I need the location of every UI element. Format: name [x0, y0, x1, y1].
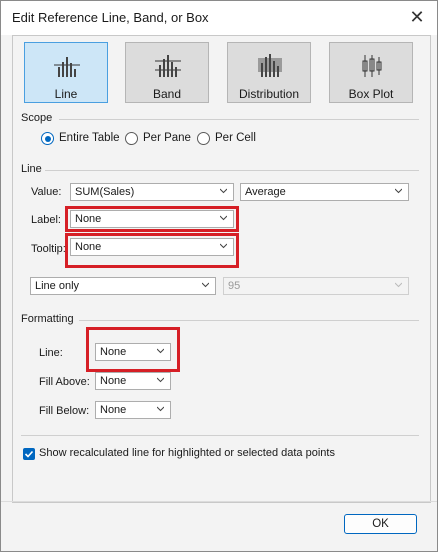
recalc-label: Show recalculated line for highlighted o… — [39, 447, 335, 459]
aggregation-dropdown[interactable]: Average — [240, 183, 409, 201]
dialog-body — [12, 35, 431, 503]
tooltip-highlight-box — [65, 233, 239, 268]
fill-above-dropdown[interactable]: None — [95, 372, 171, 390]
formatting-divider — [79, 320, 419, 321]
chevron-down-icon — [395, 188, 402, 194]
line-type-button[interactable]: Line — [24, 42, 108, 103]
box-plot-type-label: Box Plot — [348, 87, 394, 101]
tooltip-label: Tooltip: — [31, 243, 66, 255]
aggregation-text: Average — [245, 186, 286, 198]
distribution-type-label: Distribution — [238, 87, 300, 101]
value-field-dropdown[interactable]: SUM(Sales) — [70, 183, 234, 201]
line-mode-dropdown[interactable]: Line only — [30, 277, 216, 295]
box-plot-icon — [362, 55, 382, 77]
footer-divider — [1, 501, 437, 502]
value-label: Value: — [31, 186, 62, 198]
line-type-label: Line — [54, 87, 78, 101]
label-label: Label: — [31, 214, 61, 226]
fill-above-text: None — [100, 375, 127, 387]
title-bar: Edit Reference Line, Band, or Box ✕ — [1, 1, 437, 35]
format-line-label: Line: — [39, 347, 63, 359]
fill-below-dropdown[interactable]: None — [95, 401, 171, 419]
chevron-down-icon — [157, 406, 164, 412]
value-field-text: SUM(Sales) — [75, 186, 135, 198]
close-icon[interactable]: ✕ — [407, 7, 427, 27]
radio-label: Entire Table — [59, 132, 120, 144]
confidence-text: 95 — [228, 280, 241, 292]
box-plot-type-button[interactable]: Box Plot — [329, 42, 413, 103]
band-type-button[interactable]: Band — [125, 42, 209, 103]
radio-circle — [41, 132, 54, 145]
line-heading: Line — [21, 163, 42, 175]
dialog-title: Edit Reference Line, Band, or Box — [12, 10, 209, 25]
distribution-type-button[interactable]: Distribution — [227, 42, 311, 103]
radio-label: Per Cell — [215, 132, 256, 144]
radio-circle — [125, 132, 138, 145]
confidence-dropdown: 95 — [223, 277, 409, 295]
fill-below-label: Fill Below: — [39, 405, 90, 417]
label-highlight-box — [65, 206, 239, 232]
line-divider — [45, 170, 419, 171]
scope-heading: Scope — [21, 112, 53, 124]
band-type-label: Band — [152, 87, 182, 101]
distribution-chart-icon — [258, 54, 282, 77]
line-mode-text: Line only — [35, 280, 80, 292]
formatting-heading: Formatting — [21, 313, 74, 325]
line-chart-icon — [54, 57, 80, 77]
format-line-highlight-box — [86, 327, 180, 372]
scope-divider — [59, 119, 419, 120]
band-chart-icon — [155, 55, 181, 77]
fill-above-label: Fill Above: — [39, 376, 90, 388]
chevron-down-icon — [220, 188, 227, 194]
dialog-window: Edit Reference Line, Band, or Box ✕ Line… — [0, 0, 438, 552]
recalc-checkbox[interactable] — [23, 448, 35, 460]
fill-below-text: None — [100, 404, 127, 416]
checkmark-icon — [24, 450, 34, 458]
radio-label: Per Pane — [143, 132, 191, 144]
recalc-divider — [21, 435, 419, 436]
chevron-down-icon — [395, 282, 402, 288]
ok-button[interactable]: OK — [344, 514, 417, 534]
chevron-down-icon — [202, 282, 209, 288]
chevron-down-icon — [157, 377, 164, 383]
radio-circle — [197, 132, 210, 145]
